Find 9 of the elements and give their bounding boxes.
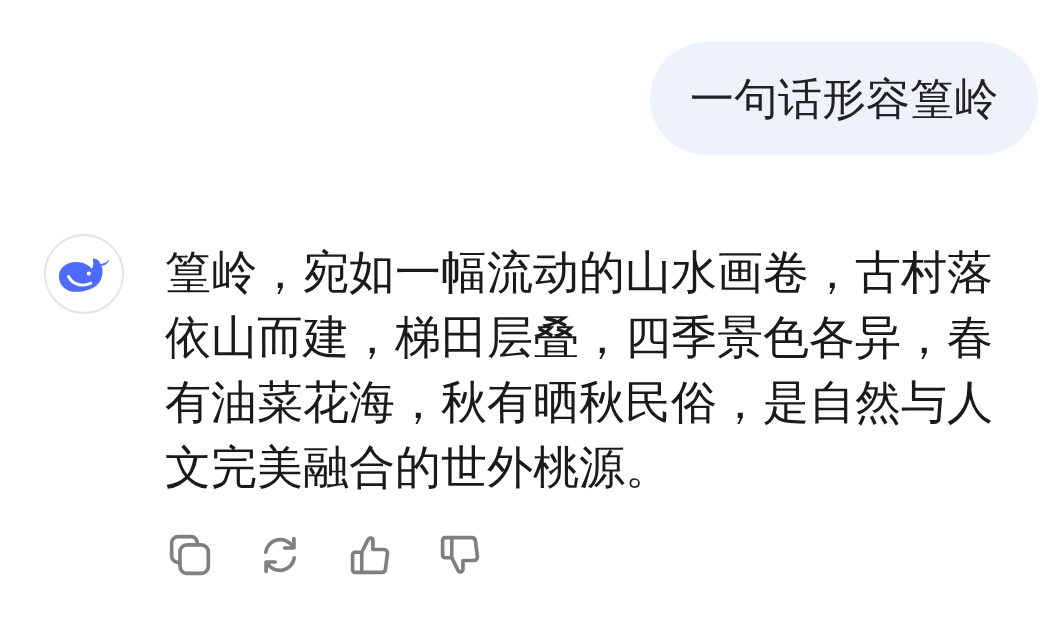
copy-button[interactable] <box>168 533 212 577</box>
whale-avatar-icon <box>44 234 124 314</box>
assistant-message-text: 篁岭，宛如一幅流动的山水画卷，古村落依山而建，梯田层叠，四季景色各异，春有油菜花海，秋有晒秋民俗，是自然与人文完美融合的世外桃源。 <box>165 244 994 496</box>
thumbs-up-icon <box>348 533 392 577</box>
user-message-bubble: 一句话形容篁岭 <box>650 42 1038 155</box>
copy-icon <box>168 533 212 577</box>
thumbs-down-icon <box>438 533 482 577</box>
thumbs-up-button[interactable] <box>348 533 392 577</box>
thumbs-down-button[interactable] <box>438 533 482 577</box>
